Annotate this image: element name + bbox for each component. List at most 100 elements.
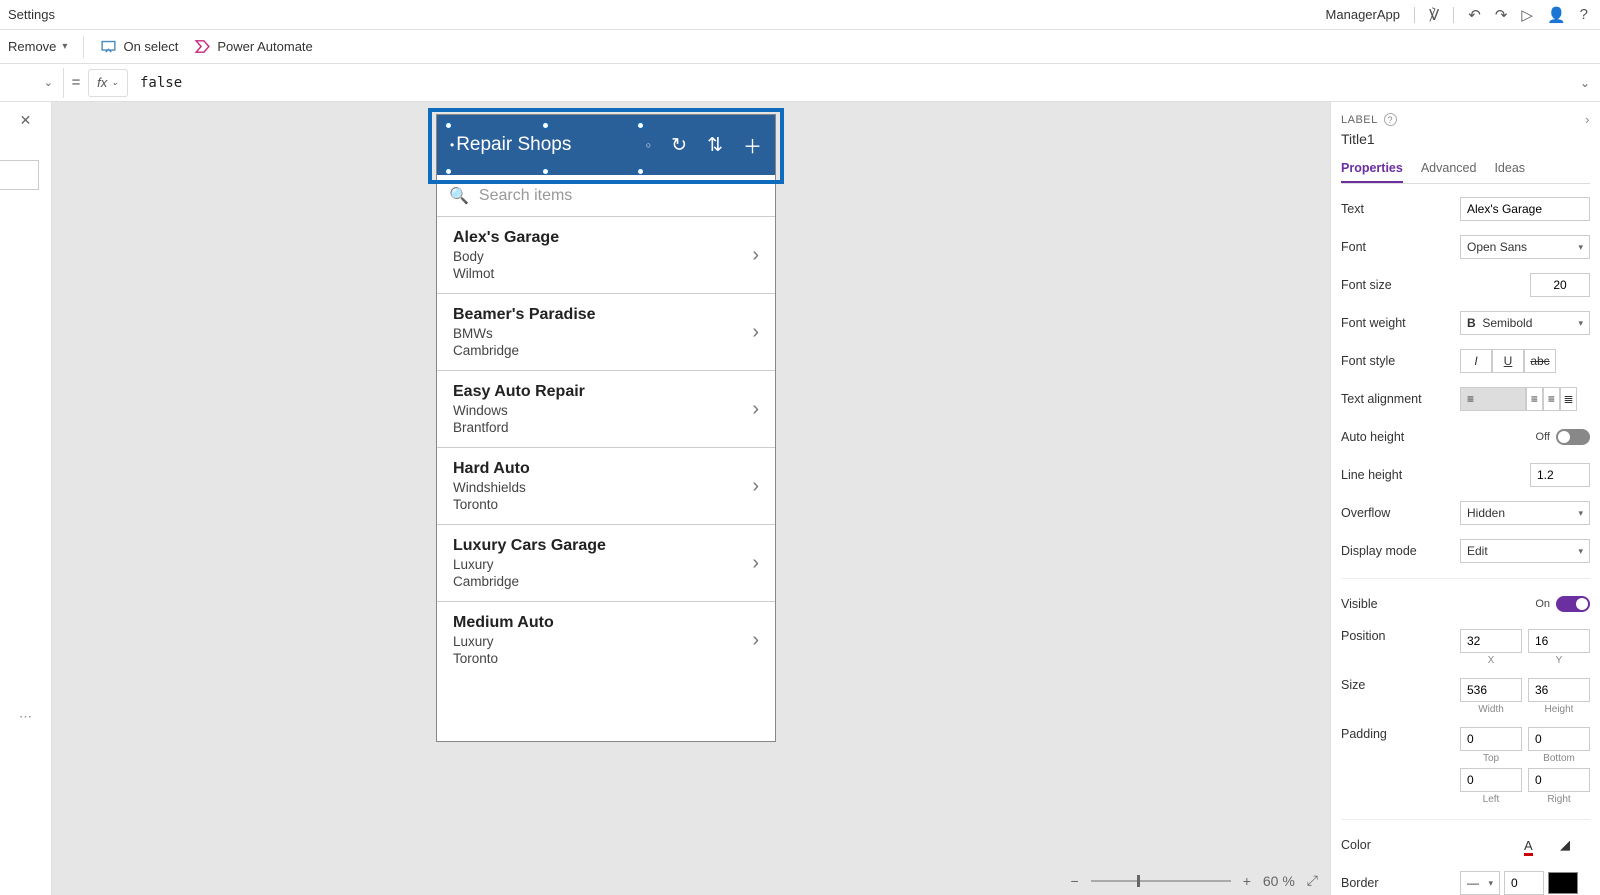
border-width-input[interactable]: [1504, 871, 1544, 895]
item-sub1: BMWs: [453, 326, 752, 341]
tab-properties[interactable]: Properties: [1341, 161, 1403, 183]
chevron-right-icon[interactable]: ›: [752, 398, 759, 421]
autoheight-state: Off: [1536, 431, 1550, 443]
formula-bar: ⌄ = fx⌄ ⌄: [0, 64, 1600, 102]
fontsize-input[interactable]: [1530, 273, 1590, 297]
align-justify-button[interactable]: ≣: [1560, 387, 1577, 411]
item-sub1: Windows: [453, 403, 752, 418]
item-name: Hard Auto: [453, 460, 752, 478]
fullscreen-icon[interactable]: ⤢: [1307, 872, 1318, 889]
padding-left-input[interactable]: [1460, 768, 1522, 792]
stethoscope-icon[interactable]: ℣: [1429, 6, 1439, 24]
fontweight-select[interactable]: B Semibold▾: [1460, 311, 1590, 335]
autoheight-label: Auto height: [1341, 430, 1460, 444]
item-sub1: Luxury: [453, 634, 752, 649]
h-sublabel: Height: [1528, 704, 1590, 715]
onselect-icon: [100, 38, 117, 55]
user-icon[interactable]: 👤: [1547, 6, 1566, 24]
zoom-out-icon[interactable]: −: [1071, 873, 1079, 889]
item-sub2: Wilmot: [453, 266, 752, 281]
app-header[interactable]: •Repair Shops ○ ↻ ⇅ ＋: [437, 115, 775, 175]
resize-handle[interactable]: [445, 168, 452, 175]
position-x-input[interactable]: [1460, 629, 1522, 653]
info-icon[interactable]: ?: [1384, 113, 1397, 126]
tree-node[interactable]: [0, 160, 39, 190]
text-input[interactable]: [1460, 197, 1590, 221]
resize-handle[interactable]: [542, 168, 549, 175]
font-select[interactable]: Open Sans▾: [1460, 235, 1590, 259]
list-item[interactable]: Medium Auto Luxury Toronto ›: [437, 602, 775, 678]
align-left-button[interactable]: ≡: [1460, 387, 1526, 411]
italic-button[interactable]: I: [1460, 349, 1492, 373]
help-icon[interactable]: ?: [1580, 6, 1588, 23]
expand-panel-icon[interactable]: ›: [1585, 112, 1590, 127]
resize-handle[interactable]: [542, 122, 549, 129]
remove-button[interactable]: Remove ▾: [8, 39, 67, 54]
resize-handle[interactable]: [445, 122, 452, 129]
border-color-swatch[interactable]: [1548, 872, 1578, 894]
align-center-button[interactable]: ≡: [1526, 387, 1543, 411]
right-sublabel: Right: [1528, 794, 1590, 805]
displaymode-label: Display mode: [1341, 544, 1460, 558]
redo-icon[interactable]: ↷: [1495, 6, 1508, 24]
chevron-right-icon[interactable]: ›: [752, 552, 759, 575]
size-h-input[interactable]: [1528, 678, 1590, 702]
list-item[interactable]: Hard Auto Windshields Toronto ›: [437, 448, 775, 525]
size-w-input[interactable]: [1460, 678, 1522, 702]
visible-toggle[interactable]: [1556, 596, 1590, 612]
fx-button[interactable]: fx⌄: [88, 69, 128, 97]
zoom-in-icon[interactable]: +: [1243, 873, 1251, 889]
property-selector[interactable]: ⌄: [0, 68, 64, 98]
top-sublabel: Top: [1460, 753, 1522, 764]
chevron-right-icon[interactable]: ›: [752, 321, 759, 344]
chevron-right-icon[interactable]: ›: [752, 475, 759, 498]
item-sub2: Cambridge: [453, 574, 752, 589]
search-row[interactable]: 🔍 Search items: [437, 175, 775, 217]
expand-formula-icon[interactable]: ⌄: [1570, 76, 1600, 90]
refresh-icon[interactable]: ↻: [671, 134, 687, 157]
padding-bottom-input[interactable]: [1528, 727, 1590, 751]
tab-ideas[interactable]: Ideas: [1494, 161, 1525, 183]
item-name: Beamer's Paradise: [453, 306, 752, 324]
autoheight-toggle[interactable]: [1556, 429, 1590, 445]
color-label: Color: [1341, 838, 1460, 852]
overflow-select[interactable]: Hidden▾: [1460, 501, 1590, 525]
chevron-right-icon[interactable]: ›: [752, 629, 759, 652]
list-item[interactable]: Beamer's Paradise BMWs Cambridge ›: [437, 294, 775, 371]
strike-button[interactable]: abc: [1524, 349, 1556, 373]
resize-handle[interactable]: [637, 122, 644, 129]
position-y-input[interactable]: [1528, 629, 1590, 653]
list-item[interactable]: Luxury Cars Garage Luxury Cambridge ›: [437, 525, 775, 602]
displaymode-select[interactable]: Edit▾: [1460, 539, 1590, 563]
item-sub1: Luxury: [453, 557, 752, 572]
font-color-button[interactable]: A: [1524, 838, 1554, 853]
list-item[interactable]: Easy Auto Repair Windows Brantford ›: [437, 371, 775, 448]
zoom-slider[interactable]: [1091, 880, 1231, 882]
app-name: ManagerApp: [1326, 7, 1400, 22]
undo-icon[interactable]: ↶: [1468, 6, 1481, 24]
close-icon[interactable]: ✕: [20, 112, 32, 129]
align-right-button[interactable]: ≡: [1543, 387, 1560, 411]
more-icon[interactable]: ⋯: [19, 709, 32, 725]
bottom-sublabel: Bottom: [1528, 753, 1590, 764]
item-name: Medium Auto: [453, 614, 752, 632]
list-item[interactable]: Alex's Garage Body Wilmot ›: [437, 217, 775, 294]
fill-color-button[interactable]: ◢: [1560, 837, 1590, 853]
lineheight-input[interactable]: [1530, 463, 1590, 487]
resize-handle[interactable]: [637, 168, 644, 175]
underline-button[interactable]: U: [1492, 349, 1524, 373]
properties-panel: LABEL ? › Title1 Properties Advanced Ide…: [1330, 102, 1600, 895]
onselect-button[interactable]: On select: [100, 38, 178, 55]
sort-icon[interactable]: ⇅: [707, 134, 723, 157]
padding-right-input[interactable]: [1528, 768, 1590, 792]
add-icon[interactable]: ＋: [743, 132, 762, 159]
play-icon[interactable]: ▷: [1521, 6, 1533, 24]
chevron-right-icon[interactable]: ›: [752, 244, 759, 267]
tab-advanced[interactable]: Advanced: [1421, 161, 1477, 183]
padding-top-input[interactable]: [1460, 727, 1522, 751]
border-style-select[interactable]: —▾: [1460, 871, 1500, 895]
canvas[interactable]: •Repair Shops ○ ↻ ⇅ ＋ 🔍 Search items Ale…: [52, 102, 1330, 895]
settings-menu[interactable]: Settings: [8, 7, 55, 22]
power-automate-button[interactable]: Power Automate: [194, 38, 312, 55]
formula-input[interactable]: [136, 71, 1570, 95]
